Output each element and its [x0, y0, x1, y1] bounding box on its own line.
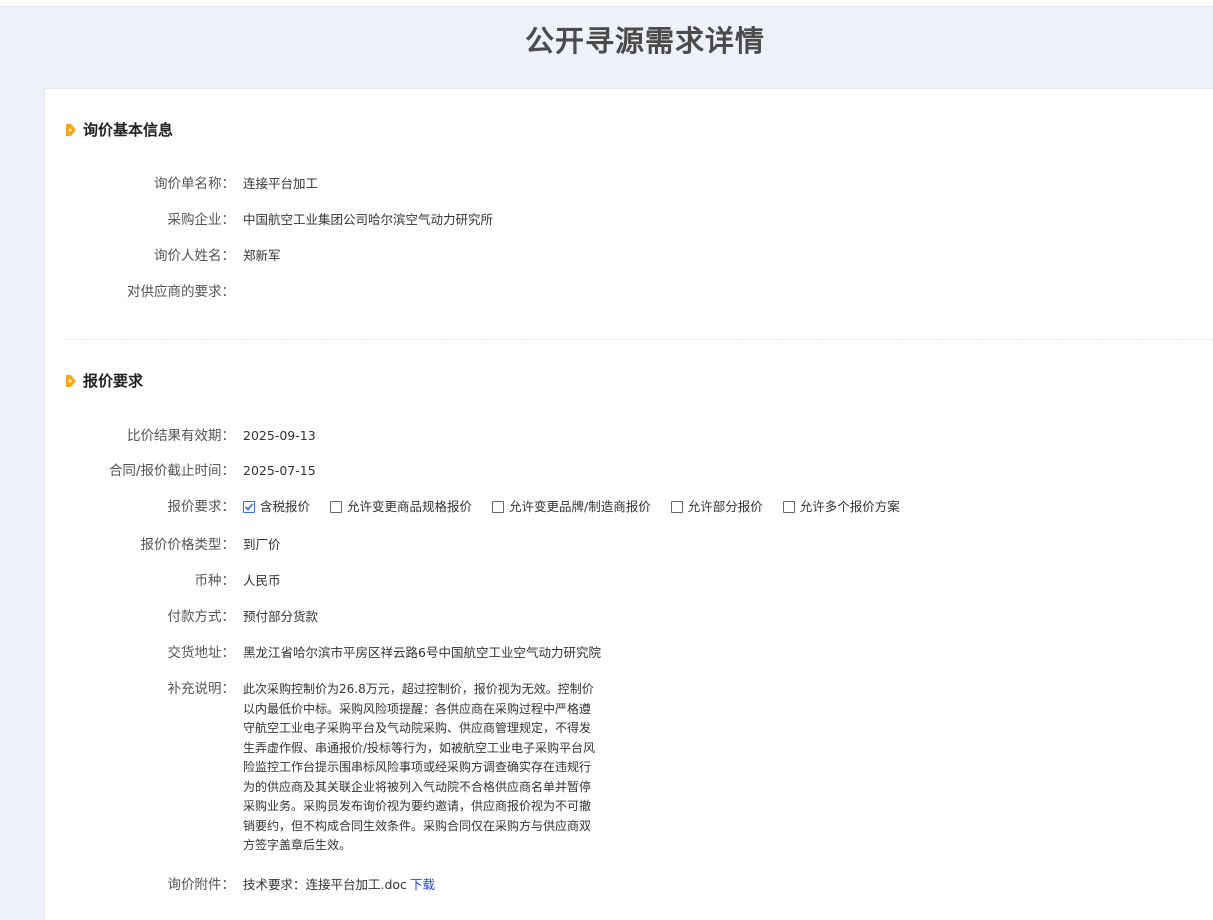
field-label: 付款方式：	[167, 609, 236, 625]
field-attachment: 询价附件： 技术要求：连接平台加工.doc 下载	[45, 876, 435, 894]
checkbox-label: 允许变更商品规格报价	[347, 499, 473, 514]
checkbox-label: 允许部分报价	[687, 499, 763, 514]
field-value: 2025-07-15	[243, 463, 316, 478]
field-purchaser: 采购企业： 中国航空工业集团公司哈尔滨空气动力研究所	[45, 211, 494, 229]
checkbox-empty-icon[interactable]	[330, 501, 343, 513]
field-label: 对供应商的要求：	[127, 284, 235, 300]
field-value	[235, 283, 243, 301]
download-link[interactable]: 下载	[410, 877, 435, 892]
section-heading-quote-requirements: 报价要求	[65, 370, 143, 391]
field-price-type: 报价价格类型： 到厂价	[45, 536, 281, 554]
checkbox-tax-included[interactable]: 含税报价	[243, 498, 310, 516]
top-border	[0, 0, 1213, 7]
field-deadline: 合同/报价截止时间： 2025-07-15	[45, 462, 316, 480]
field-inquiry-name: 询价单名称： 连接平台加工	[45, 175, 318, 193]
checkbox-change-spec[interactable]: 允许变更商品规格报价	[330, 498, 472, 516]
field-inquirer-name: 询价人姓名： 郑新军	[45, 247, 281, 265]
field-value: 到厂价	[243, 537, 281, 552]
field-remark: 补充说明： 此次采购控制价为26.8万元，超过控制价，报价视为无效。控制价以内最…	[45, 680, 597, 856]
field-label: 比价结果有效期：	[127, 428, 235, 444]
field-label: 报价价格类型：	[140, 537, 236, 553]
field-label: 询价单名称：	[154, 176, 235, 192]
detail-card: 询价基本信息 询价单名称： 连接平台加工 采购企业： 中国航空工业集团公司哈尔滨…	[44, 88, 1213, 920]
field-supplier-requirements: 对供应商的要求：	[45, 283, 243, 301]
attachment-value: 技术要求：连接平台加工.doc 下载	[235, 876, 435, 894]
field-label: 采购企业：	[167, 212, 236, 228]
field-currency: 币种： 人民币	[45, 572, 281, 590]
field-label: 报价要求：	[167, 499, 236, 515]
section-divider	[65, 339, 1213, 340]
checkbox-label: 允许多个报价方案	[799, 499, 900, 514]
checkbox-empty-icon[interactable]	[670, 501, 683, 513]
section-title: 报价要求	[83, 372, 144, 390]
field-label: 询价附件：	[167, 877, 236, 893]
field-value: 2025-09-13	[243, 428, 316, 443]
checkbox-empty-icon[interactable]	[492, 501, 505, 513]
checkbox-empty-icon[interactable]	[782, 501, 795, 513]
field-value: 郑新军	[243, 248, 281, 263]
field-quote-requirements: 报价要求： 含税报价 允许变更商品规格报价 允许变更品牌/制造商报价 允许部分报…	[45, 498, 920, 516]
field-payment: 付款方式： 预付部分货款	[45, 608, 319, 626]
field-delivery-address: 交货地址： 黑龙江省哈尔滨市平房区祥云路6号中国航空工业空气动力研究院	[45, 644, 601, 662]
requirement-checkbox-group: 含税报价 允许变更商品规格报价 允许变更品牌/制造商报价 允许部分报价 允许多个…	[235, 498, 920, 516]
checkbox-label: 含税报价	[260, 499, 311, 514]
field-value: 人民币	[243, 573, 281, 588]
checkbox-change-brand[interactable]: 允许变更品牌/制造商报价	[492, 498, 651, 516]
section-heading-basic-info: 询价基本信息	[65, 119, 173, 140]
section-title: 询价基本信息	[83, 121, 174, 139]
attachment-file-name: 技术要求：连接平台加工.doc	[243, 877, 407, 892]
field-label: 币种：	[194, 573, 236, 589]
checkbox-partial-quote[interactable]: 允许部分报价	[670, 498, 763, 516]
section-arrow-icon	[65, 123, 77, 137]
field-label: 合同/报价截止时间：	[108, 463, 235, 479]
field-validity: 比价结果有效期： 2025-09-13	[45, 427, 316, 445]
field-value: 连接平台加工	[243, 176, 319, 191]
checkbox-multiple-plans[interactable]: 允许多个报价方案	[782, 498, 900, 516]
field-value: 中国航空工业集团公司哈尔滨空气动力研究所	[243, 212, 494, 227]
field-value: 黑龙江省哈尔滨市平房区祥云路6号中国航空工业空气动力研究院	[243, 645, 601, 660]
field-label: 交货地址：	[167, 645, 236, 661]
field-value: 预付部分货款	[243, 609, 319, 624]
checkbox-label: 允许变更品牌/制造商报价	[509, 499, 651, 514]
remark-text: 此次采购控制价为26.8万元，超过控制价，报价视为无效。控制价以内最低价中标。采…	[243, 682, 596, 852]
field-label: 补充说明：	[167, 681, 236, 697]
field-label: 询价人姓名：	[154, 248, 235, 264]
page-title: 公开寻源需求详情	[524, 24, 765, 58]
checkbox-checked-icon[interactable]	[243, 501, 255, 513]
section-arrow-icon	[65, 374, 77, 388]
